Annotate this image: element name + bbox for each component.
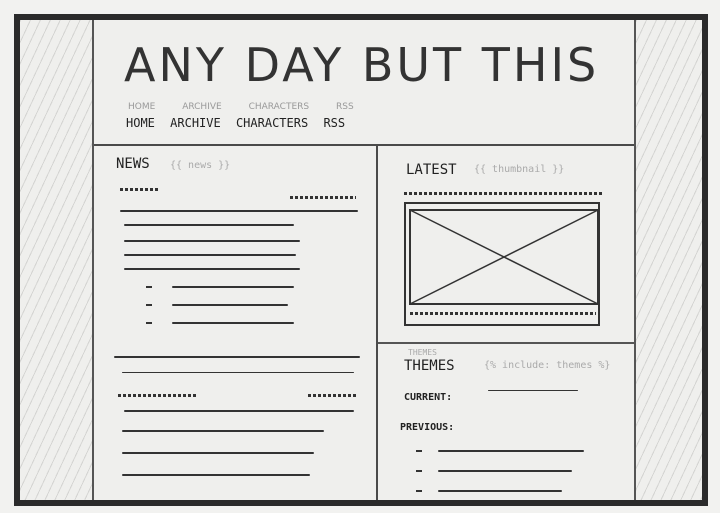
bullet bbox=[146, 322, 152, 324]
nav-faint-archive: ARCHIVE bbox=[182, 102, 222, 112]
page-area: ANY DAY BUT THIS HOME ARCHIVE CHARACTERS… bbox=[94, 20, 634, 500]
nav-faint: HOME ARCHIVE CHARACTERS RSS bbox=[128, 102, 378, 112]
current-theme-label: CURRENT: bbox=[404, 392, 453, 403]
previous-theme-link[interactable] bbox=[438, 470, 572, 472]
news-post-title-scribble bbox=[120, 188, 158, 191]
nav-faint-home: HOME bbox=[128, 102, 156, 112]
image-placeholder-icon bbox=[409, 209, 599, 305]
news-line bbox=[124, 410, 354, 412]
wireframe-frame: ANY DAY BUT THIS HOME ARCHIVE CHARACTERS… bbox=[14, 14, 708, 506]
latest-template-tag: {{ thumbnail }} bbox=[474, 164, 565, 175]
news-line bbox=[122, 430, 324, 432]
previous-theme-link[interactable] bbox=[438, 450, 584, 452]
themes-template-tag: {% include: themes %} bbox=[484, 360, 611, 371]
news-line bbox=[124, 268, 300, 270]
latest-title-scribble bbox=[404, 192, 602, 195]
news-post2-date-scribble bbox=[308, 394, 356, 397]
nav-faint-characters: CHARACTERS bbox=[248, 102, 310, 112]
current-theme-value[interactable] bbox=[488, 390, 578, 391]
news-line bbox=[124, 224, 294, 226]
left-gutter bbox=[20, 20, 94, 500]
news-separator bbox=[114, 356, 360, 358]
bullet-line bbox=[172, 286, 294, 288]
nav-rss[interactable]: RSS bbox=[323, 116, 345, 130]
nav-archive[interactable]: ARCHIVE bbox=[170, 116, 221, 130]
latest-label: LATEST bbox=[406, 162, 457, 178]
bullet bbox=[146, 304, 152, 306]
sketch-sheet: ANY DAY BUT THIS HOME ARCHIVE CHARACTERS… bbox=[0, 0, 720, 513]
thumbnail-caption-scribble bbox=[410, 312, 596, 315]
nav-characters[interactable]: CHARACTERS bbox=[236, 116, 308, 130]
bullet-line bbox=[172, 304, 288, 306]
previous-theme-link[interactable] bbox=[438, 490, 562, 492]
news-separator bbox=[122, 372, 354, 373]
bullet-line bbox=[172, 322, 294, 324]
nav-home[interactable]: HOME bbox=[126, 116, 155, 130]
right-gutter bbox=[634, 20, 702, 500]
header: ANY DAY BUT THIS HOME ARCHIVE CHARACTERS… bbox=[94, 20, 634, 146]
news-post-date-scribble bbox=[290, 196, 356, 199]
news-line bbox=[122, 474, 310, 476]
news-line bbox=[122, 452, 314, 454]
previous-themes-label: PREVIOUS: bbox=[400, 422, 455, 433]
sidebar-divider bbox=[378, 342, 634, 344]
themes-faint-label: THEMES bbox=[408, 348, 437, 357]
news-label: NEWS bbox=[116, 156, 150, 172]
main-nav: HOME ARCHIVE CHARACTERS RSS bbox=[126, 116, 353, 130]
nav-faint-rss: RSS bbox=[335, 102, 354, 112]
news-template-tag: {{ news }} bbox=[170, 160, 231, 171]
news-line bbox=[124, 240, 300, 242]
bullet bbox=[416, 450, 422, 452]
news-post2-title-scribble bbox=[118, 394, 198, 397]
themes-label: THEMES bbox=[404, 358, 455, 374]
news-line bbox=[124, 254, 296, 256]
column-divider bbox=[376, 146, 378, 500]
latest-comic-thumbnail[interactable] bbox=[404, 202, 600, 326]
bullet bbox=[416, 470, 422, 472]
news-rule bbox=[120, 210, 358, 212]
bullet bbox=[416, 490, 422, 492]
site-title: ANY DAY BUT THIS bbox=[124, 38, 600, 92]
bullet bbox=[146, 286, 152, 288]
